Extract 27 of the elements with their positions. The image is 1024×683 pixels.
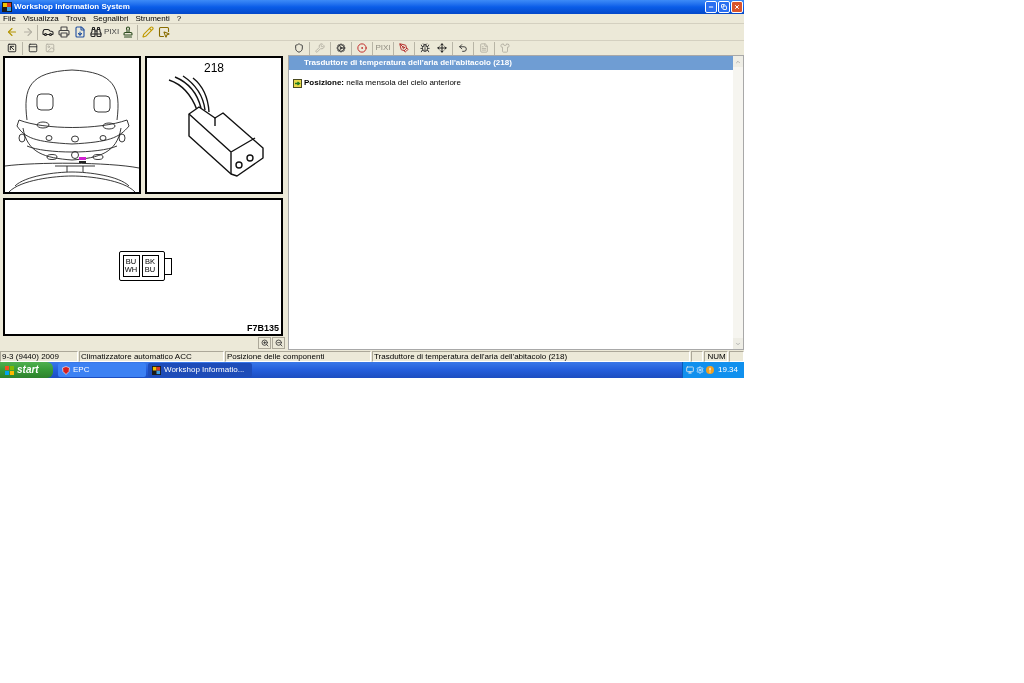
menu-item[interactable]: Visualizza (22, 14, 59, 23)
document-heading: Trasduttore di temperatura dell'aria dell'abitacolo (218) (289, 56, 733, 70)
start-button[interactable]: start (0, 362, 53, 378)
application-icon[interactable] (152, 365, 161, 375)
status-pane (729, 351, 744, 362)
menu-item[interactable]: Segnalibri (92, 14, 129, 23)
figure-code: F7B135 (246, 324, 279, 333)
application-icon (2, 2, 12, 12)
menu-item[interactable]: Trova (65, 14, 86, 23)
status-text: Climatizzatore automatico ACC (79, 351, 224, 362)
status-text: Trasduttore di temperatura dell'aria dell'abitacolo (218) (372, 351, 690, 362)
arrow-square-icon (293, 78, 302, 88)
status-text: Posizione delle componenti (225, 351, 371, 362)
menu-item[interactable]: ? (176, 14, 182, 23)
status-text: 9-3 (9440) 2009 (0, 351, 78, 362)
position-text: Posizione: nella mensola del cielo anteriore (304, 77, 461, 89)
menu-item[interactable]: Strumenti (135, 14, 170, 23)
menu-item[interactable]: File (3, 14, 16, 23)
status-text: NUM (704, 351, 728, 362)
status-pane (691, 351, 703, 362)
taskbar-button[interactable]: Workshop Informatio... (148, 363, 252, 377)
window-title: Workshop Information System (14, 3, 130, 11)
connector-number: 218 (204, 62, 224, 74)
taskbar-button[interactable]: EPC (58, 363, 146, 377)
pixi-button[interactable]: PIXI (104, 24, 120, 40)
clock: 19.34 (718, 366, 739, 374)
alert-circle-icon[interactable] (706, 366, 714, 374)
